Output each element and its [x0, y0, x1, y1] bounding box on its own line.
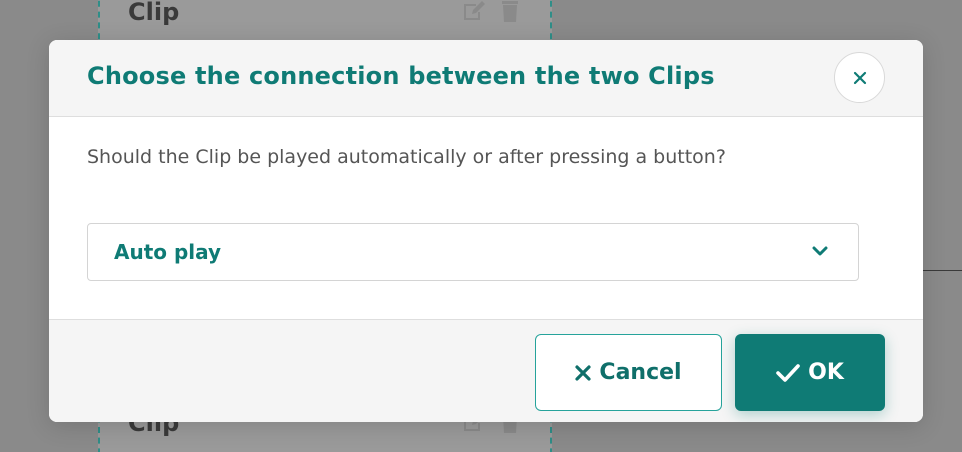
close-button[interactable]: [834, 52, 885, 103]
dialog-title: Choose the connection between the two Cl…: [87, 62, 715, 90]
connection-line: [922, 270, 962, 271]
edit-icon: [462, 0, 486, 22]
ok-button[interactable]: OK: [735, 334, 885, 411]
dialog-header: Choose the connection between the two Cl…: [49, 40, 923, 117]
clip-card-actions: [462, 0, 522, 22]
dialog-body: Should the Clip be played automatically …: [49, 118, 923, 320]
cancel-button[interactable]: Cancel: [535, 334, 722, 411]
close-icon: [853, 71, 867, 85]
select-value: Auto play: [114, 240, 222, 264]
trash-icon: [498, 0, 522, 22]
x-icon: [575, 364, 592, 381]
chevron-down-icon: [812, 245, 828, 259]
cancel-label: Cancel: [599, 360, 682, 385]
dialog-footer: Cancel OK: [49, 319, 923, 422]
clip-card-title: Clip: [128, 0, 180, 26]
check-icon: [776, 363, 800, 383]
connection-type-select[interactable]: Auto play: [87, 223, 859, 281]
connection-dialog: Choose the connection between the two Cl…: [49, 40, 923, 422]
ok-label: OK: [808, 360, 844, 385]
dialog-question: Should the Clip be played automatically …: [87, 146, 726, 168]
